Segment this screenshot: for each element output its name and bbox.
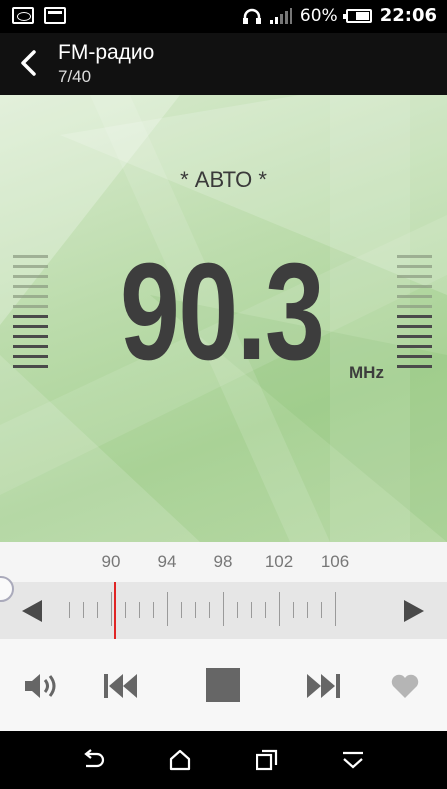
status-bar: 60% 22:06	[0, 0, 447, 33]
tuner-slider[interactable]	[0, 576, 447, 639]
tuner-tick	[321, 602, 322, 618]
tuner-tick	[83, 602, 84, 618]
tuner-tick	[265, 602, 266, 618]
frequency-value: 90.3	[120, 235, 325, 389]
battery-icon	[342, 8, 372, 23]
tuner-tick	[307, 602, 308, 618]
volume-icon[interactable]	[25, 673, 59, 699]
tuner-tick	[139, 602, 140, 618]
notifications-icon[interactable]	[342, 749, 364, 771]
scale-label: 98	[213, 552, 233, 571]
tuner-tick	[111, 592, 112, 626]
tuner-tick	[153, 602, 154, 618]
tuner-tick	[181, 602, 182, 618]
scale-label: 94	[157, 552, 177, 571]
home-icon[interactable]	[169, 749, 191, 771]
signal-icon	[269, 7, 292, 24]
frequency-scale: 90 94 98 102 106	[0, 542, 447, 582]
frequency-unit: MHz	[349, 363, 384, 382]
tuner-tick	[167, 592, 168, 626]
next-station-icon[interactable]	[307, 674, 341, 698]
tuner-tick	[293, 602, 294, 618]
tuner-tick	[125, 602, 126, 618]
previous-station-icon[interactable]	[104, 674, 138, 698]
tuner-tick	[279, 592, 280, 626]
headphones-icon	[242, 8, 261, 24]
clock: 22:06	[379, 5, 437, 26]
playback-controls	[0, 639, 447, 731]
tuner-tick	[251, 602, 252, 618]
recents-icon[interactable]	[256, 749, 278, 771]
tuner-tick	[97, 602, 98, 618]
tune-down-arrow-icon[interactable]	[22, 600, 42, 622]
tuner-tick	[335, 592, 336, 626]
tuner-tick	[69, 602, 70, 618]
scale-label: 90	[101, 552, 121, 571]
signal-level-right	[397, 255, 432, 375]
scale-label: 106	[320, 552, 350, 571]
back-icon[interactable]	[82, 749, 106, 773]
tuner-tick	[209, 602, 210, 618]
scale-label: 102	[264, 552, 294, 571]
sim-icon	[12, 7, 34, 24]
frequency-display: * АВТО * 90.3 MHz	[0, 95, 447, 542]
station-index: 7/40	[58, 67, 92, 86]
tune-up-arrow-icon[interactable]	[404, 600, 424, 622]
system-nav-bar	[0, 731, 447, 789]
battery-percent: 60%	[299, 5, 338, 26]
app-bar: FM-радио 7/40	[0, 33, 447, 95]
tuner-tick	[195, 602, 196, 618]
image-icon	[44, 7, 66, 24]
tuner-needle	[114, 582, 116, 639]
back-arrow-icon[interactable]	[14, 47, 46, 79]
favorite-heart-icon[interactable]	[391, 674, 419, 699]
signal-level-left	[13, 255, 48, 375]
stop-icon[interactable]	[206, 668, 240, 702]
page-title: FM-радио	[58, 41, 155, 64]
tuner-tick	[237, 602, 238, 618]
tuner-tick	[223, 592, 224, 626]
tuning-mode-label: * АВТО *	[180, 167, 267, 192]
